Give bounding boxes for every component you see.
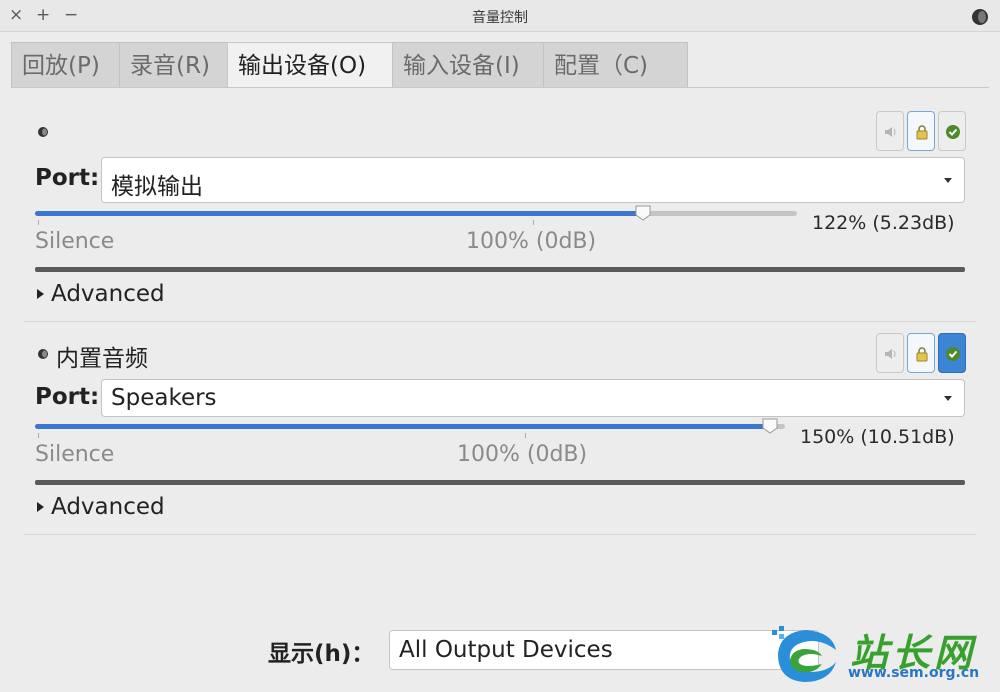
slider-fill	[35, 424, 770, 429]
chevron-down-icon	[944, 396, 952, 401]
port-dropdown[interactable]: Speakers	[101, 379, 965, 417]
expander-arrow-icon	[37, 502, 44, 512]
volume-slider[interactable]	[35, 204, 797, 225]
sound-card-icon	[38, 127, 48, 137]
tick-100	[525, 433, 526, 438]
unity-mark: 100% (0dB)	[457, 442, 588, 467]
lock-icon	[916, 347, 928, 362]
show-label: 显示(h)：	[268, 641, 375, 667]
port-label: Port:	[35, 165, 100, 191]
title-bar: × + − 音量控制	[0, 0, 1000, 32]
set-default-button[interactable]	[938, 111, 966, 151]
tick-100	[533, 220, 534, 225]
port-label: Port:	[35, 384, 100, 410]
port-value: Speakers	[111, 385, 217, 411]
speaker-icon	[885, 349, 896, 359]
port-dropdown[interactable]: 模拟输出	[101, 157, 965, 203]
expander-arrow-icon	[37, 289, 44, 299]
silence-mark: Silence	[35, 229, 115, 254]
show-devices-dropdown[interactable]: All Output Devices	[389, 630, 819, 670]
peak-meter	[35, 267, 965, 272]
port-value: 模拟输出	[111, 174, 203, 200]
watermark-url: www.sem.org.cn	[848, 665, 980, 681]
advanced-label: Advanced	[51, 281, 165, 307]
device-name: 内置音频	[56, 346, 148, 372]
advanced-expander[interactable]: Advanced	[37, 494, 165, 520]
device-separator	[24, 321, 976, 322]
tab-output-devices[interactable]: 输出设备(O)	[227, 42, 393, 88]
window-title: 音量控制	[472, 10, 528, 26]
peak-meter	[35, 480, 965, 485]
set-default-button[interactable]	[938, 333, 966, 373]
show-devices-value: All Output Devices	[399, 637, 613, 663]
check-icon	[946, 125, 960, 139]
speaker-app-icon	[972, 9, 988, 25]
tick-silence	[38, 433, 39, 438]
slider-thumb[interactable]	[762, 418, 778, 434]
volume-readout: 122% (5.23dB)	[812, 212, 955, 234]
tab-input-devices[interactable]: 输入设备(I)	[392, 42, 544, 88]
slider-fill	[35, 211, 643, 216]
advanced-label: Advanced	[51, 494, 165, 520]
watermark-logo	[772, 626, 836, 682]
mute-button[interactable]	[876, 111, 904, 151]
tab-configuration[interactable]: 配置（C)	[543, 42, 688, 88]
chevron-down-icon	[944, 178, 952, 183]
sound-card-icon	[38, 349, 48, 359]
check-icon	[946, 347, 960, 361]
tick-silence	[38, 220, 39, 225]
advanced-expander[interactable]: Advanced	[37, 281, 165, 307]
slider-thumb[interactable]	[635, 205, 651, 221]
tab-bar: 回放(P) 录音(R) 输出设备(O) 输入设备(I) 配置（C)	[11, 42, 688, 88]
lock-channels-button[interactable]	[907, 333, 935, 373]
tab-recording[interactable]: 录音(R)	[119, 42, 228, 88]
unity-mark: 100% (0dB)	[466, 229, 597, 254]
mute-button[interactable]	[876, 333, 904, 373]
lock-icon	[916, 125, 928, 140]
volume-slider[interactable]	[35, 417, 785, 438]
volume-readout: 150% (10.51dB)	[800, 426, 955, 448]
tab-playback[interactable]: 回放(P)	[11, 42, 120, 88]
speaker-icon	[885, 127, 896, 137]
silence-mark: Silence	[35, 442, 115, 467]
device-separator	[24, 534, 976, 535]
lock-channels-button[interactable]	[907, 111, 935, 151]
